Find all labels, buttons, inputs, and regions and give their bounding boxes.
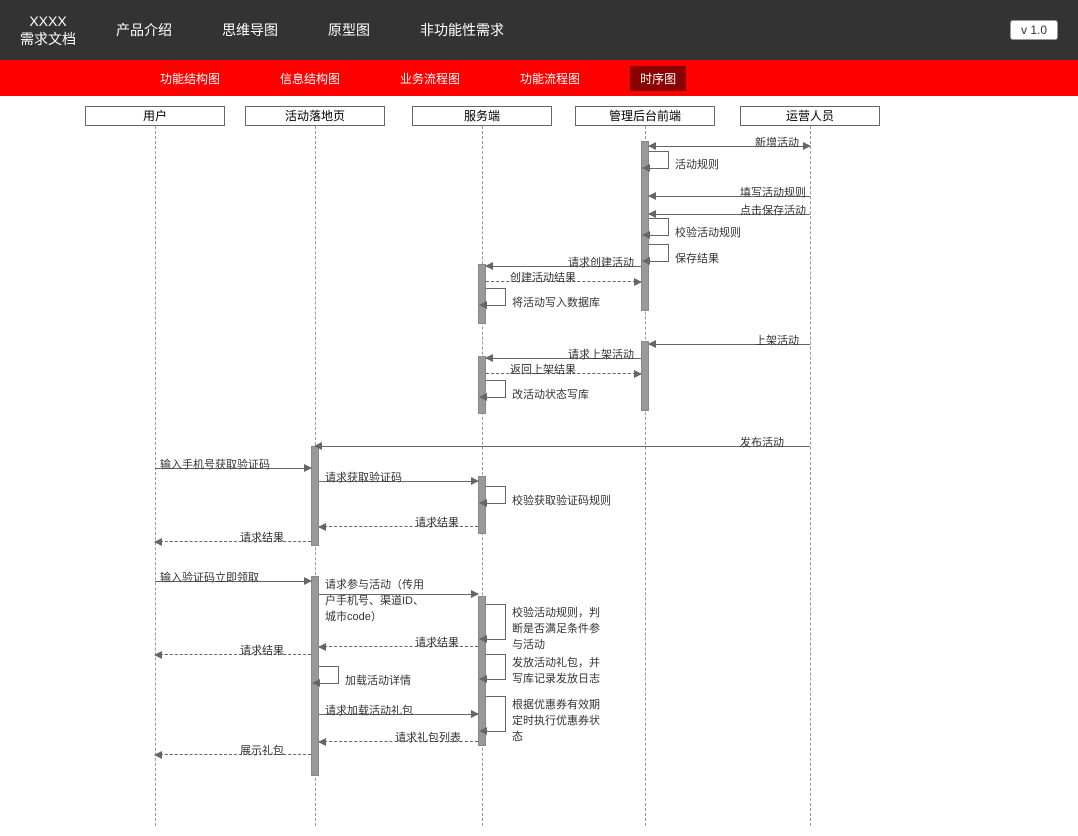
nav-item-nonfunctional[interactable]: 非功能性需求 [420,20,504,40]
participant-landing: 活动落地页 [245,106,385,126]
self-grant-gift [486,654,506,680]
activation-server-2 [478,356,486,414]
msg-req-join: 请求参与活动（传用户手机号、渠道ID、城市code） [325,576,425,624]
nav-item-intro[interactable]: 产品介绍 [116,20,172,40]
subnav-funcflow[interactable]: 功能流程图 [510,66,590,91]
msg-new-activity: 新增活动 [755,134,799,150]
arrow-code-result-user [155,541,311,542]
lifeline-ops [810,126,811,826]
participant-admin: 管理后台前端 [575,106,715,126]
msg-validate-rules: 校验活动规则 [675,224,741,240]
subnav-sequence[interactable]: 时序图 [630,66,686,91]
msg-validate-join: 校验活动规则，判断是否满足条件参与活动 [512,604,602,652]
msg-join-result-user: 请求结果 [240,642,284,658]
msg-input-verify: 输入验证码立即领取 [160,569,259,585]
subnav-functional[interactable]: 功能结构图 [150,66,230,91]
self-load-detail [319,666,339,684]
sub-nav: 功能结构图 信息结构图 业务流程图 功能流程图 时序图 [0,60,1078,96]
nav-item-mindmap[interactable]: 思维导图 [222,20,278,40]
msg-code-result-user: 请求结果 [240,529,284,545]
activation-landing-1 [311,446,319,546]
subnav-info[interactable]: 信息结构图 [270,66,350,91]
msg-load-detail: 加载活动详情 [345,672,411,688]
sequence-diagram: 用户 活动落地页 服务端 管理后台前端 运营人员 新增活动 活动规则 填写活动规… [0,96,1078,836]
msg-join-result: 请求结果 [415,634,459,650]
arrow-show-gift [155,754,311,755]
self-validate-join [486,604,506,640]
logo: XXXX 需求文档 [20,12,76,48]
nav-item-prototype[interactable]: 原型图 [328,20,370,40]
self-validate-rules [649,218,669,236]
nav-items: 产品介绍 思维导图 原型图 非功能性需求 [116,20,504,40]
msg-activity-rules: 活动规则 [675,156,719,172]
self-write-db [486,288,506,306]
msg-fill-rules: 填写活动规则 [740,184,806,200]
msg-req-online: 请求上架活动 [568,346,634,362]
msg-req-code: 请求获取验证码 [325,469,402,485]
msg-req-create: 请求创建活动 [568,254,634,270]
top-nav: XXXX 需求文档 产品介绍 思维导图 原型图 非功能性需求 v 1.0 [0,0,1078,60]
logo-line1: XXXX [20,12,76,30]
participant-server: 服务端 [412,106,552,126]
activation-admin-2 [641,341,649,411]
self-save-result [649,244,669,262]
msg-status-db: 改活动状态写库 [512,386,589,402]
activation-server-1 [478,264,486,324]
msg-grant-gift: 发放活动礼包，并写库记录发放日志 [512,654,602,686]
msg-write-db: 将活动写入数据库 [512,294,600,310]
msg-input-phone: 输入手机号获取验证码 [160,456,270,472]
activation-server-4 [478,596,486,746]
activation-landing-2 [311,576,319,776]
self-validate-code [486,486,506,504]
logo-line2: 需求文档 [20,30,76,48]
msg-save-result: 保存结果 [675,250,719,266]
self-activity-rules [649,151,669,169]
version-badge[interactable]: v 1.0 [1010,20,1058,40]
msg-coupon-status: 根据优惠券有效期定时执行优惠券状态 [512,696,602,744]
self-status-db [486,380,506,398]
msg-online: 上架活动 [755,332,799,348]
msg-req-gift: 请求加载活动礼包 [325,702,413,718]
participant-ops: 运营人员 [740,106,880,126]
msg-show-gift: 展示礼包 [240,742,284,758]
msg-online-result: 返回上架结果 [510,361,576,377]
msg-create-result: 创建活动结果 [510,269,576,285]
arrow-join-result-user [155,654,311,655]
lifeline-user [155,126,156,826]
arrow-publish [315,446,810,447]
msg-validate-code: 校验获取验证码规则 [512,492,611,508]
msg-click-save: 点击保存活动 [740,202,806,218]
msg-code-result: 请求结果 [415,514,459,530]
self-coupon-status [486,696,506,732]
msg-gift-list: 请求礼包列表 [395,729,461,745]
participant-user: 用户 [85,106,225,126]
msg-publish: 发布活动 [740,434,784,450]
subnav-business[interactable]: 业务流程图 [390,66,470,91]
